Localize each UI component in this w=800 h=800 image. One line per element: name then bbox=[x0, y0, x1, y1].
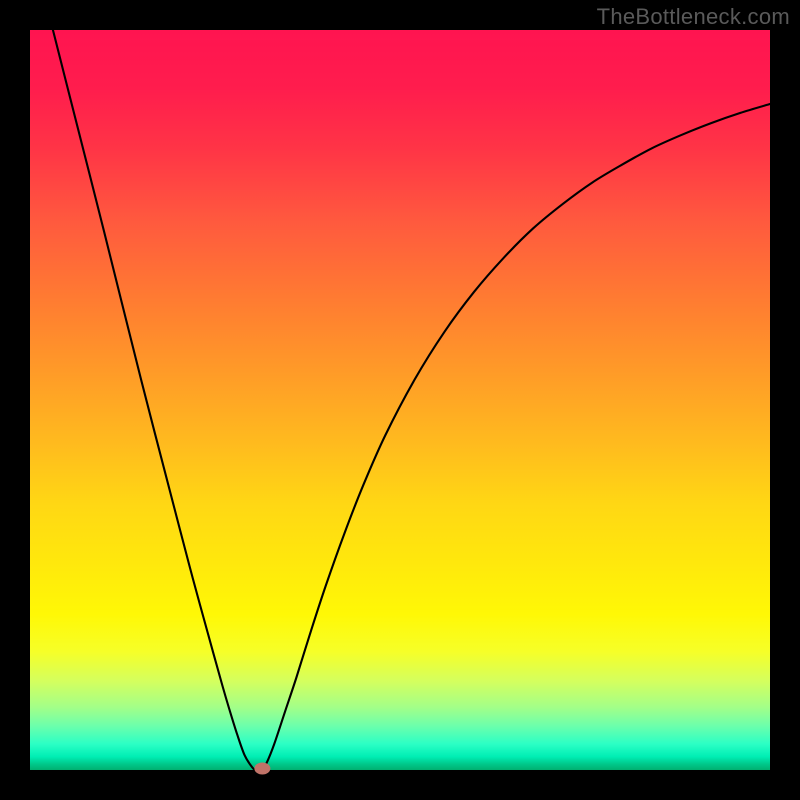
chart-frame: TheBottleneck.com bbox=[0, 0, 800, 800]
plot-svg bbox=[30, 30, 770, 770]
watermark-text: TheBottleneck.com bbox=[597, 4, 790, 30]
marker-dot bbox=[254, 763, 270, 775]
plot-area bbox=[30, 30, 770, 770]
curve-line bbox=[53, 30, 770, 770]
